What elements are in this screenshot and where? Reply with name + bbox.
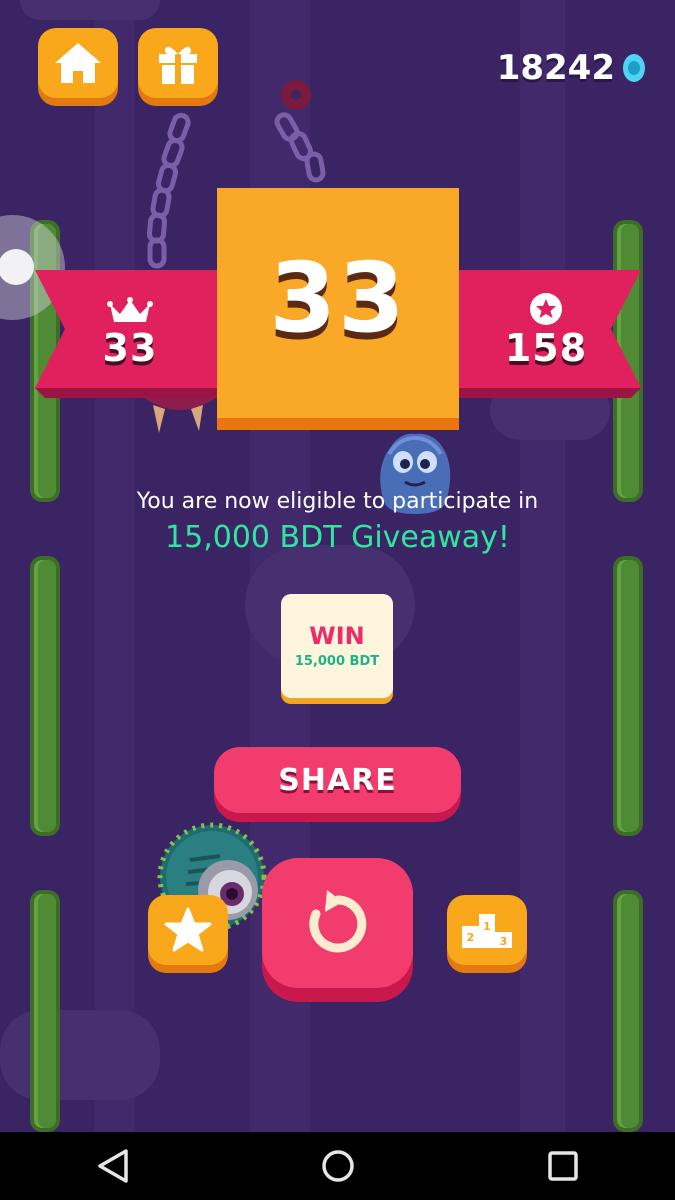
crown-icon bbox=[107, 297, 153, 322]
gift-button[interactable] bbox=[138, 28, 218, 98]
gift-icon bbox=[159, 46, 197, 84]
circle-home-icon bbox=[321, 1150, 354, 1182]
svg-text:2: 2 bbox=[467, 931, 475, 944]
wall-pillar bbox=[613, 890, 643, 1132]
nav-home-button[interactable] bbox=[308, 1136, 368, 1196]
best-score-panel: 33 bbox=[95, 296, 165, 370]
podium-icon: 1 2 3 bbox=[462, 914, 512, 948]
replay-button[interactable] bbox=[262, 858, 413, 988]
share-button[interactable]: SHARE bbox=[214, 747, 461, 813]
svg-text:3: 3 bbox=[500, 935, 508, 948]
replay-icon bbox=[308, 890, 366, 953]
rate-button[interactable] bbox=[148, 895, 228, 965]
background-stripe bbox=[520, 0, 565, 1132]
wall-pillar bbox=[30, 556, 60, 836]
score-box: 33 bbox=[217, 188, 459, 418]
back-icon bbox=[97, 1149, 128, 1183]
leaderboard-button[interactable]: 1 2 3 bbox=[447, 895, 527, 965]
chain-decoration bbox=[146, 112, 191, 269]
stars-panel: 158 bbox=[500, 292, 592, 370]
home-button[interactable] bbox=[38, 28, 118, 98]
gem-icon bbox=[623, 54, 645, 82]
nav-back-button[interactable] bbox=[83, 1136, 143, 1196]
giveaway-title: 15,000 BDT Giveaway! bbox=[165, 520, 510, 555]
eligibility-message: You are now eligible to participate in bbox=[136, 489, 539, 514]
recents-icon bbox=[547, 1151, 578, 1181]
score-value: 33 bbox=[269, 242, 407, 354]
share-label: SHARE bbox=[278, 762, 397, 798]
win-title: WIN bbox=[309, 622, 365, 651]
star-icon bbox=[164, 907, 212, 952]
svg-text:1: 1 bbox=[483, 920, 491, 933]
background-blob bbox=[0, 1010, 160, 1100]
win-amount: 15,000 BDT bbox=[294, 653, 380, 669]
system-navbar bbox=[0, 1132, 675, 1200]
coin-counter: 18242 bbox=[497, 48, 645, 88]
best-score-value: 33 bbox=[102, 326, 158, 370]
background-stripe bbox=[95, 0, 135, 1132]
stars-value: 158 bbox=[504, 326, 588, 370]
chain-decoration bbox=[274, 80, 326, 183]
win-card[interactable]: WIN 15,000 BDT bbox=[281, 594, 393, 698]
coin-count: 18242 bbox=[496, 48, 615, 88]
wall-pillar bbox=[613, 556, 643, 836]
home-icon bbox=[55, 43, 101, 83]
star-icon bbox=[530, 293, 562, 325]
wall-pillar bbox=[30, 890, 60, 1132]
nav-recents-button[interactable] bbox=[533, 1136, 593, 1196]
background-blob bbox=[20, 0, 160, 20]
